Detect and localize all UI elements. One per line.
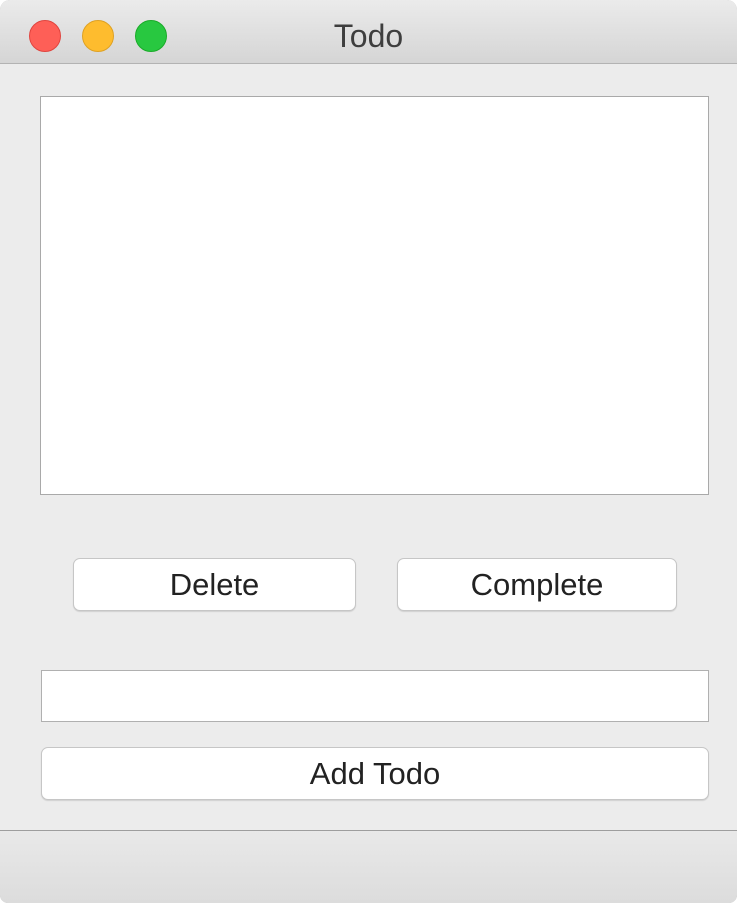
complete-button[interactable]: Complete xyxy=(397,558,677,611)
app-window: Todo Delete Complete Add Todo xyxy=(0,0,737,903)
delete-button[interactable]: Delete xyxy=(73,558,356,611)
window-title: Todo xyxy=(333,18,404,54)
title-bar[interactable]: Todo xyxy=(0,0,737,64)
main-content: Delete Complete Add Todo xyxy=(0,64,737,830)
add-todo-button[interactable]: Add Todo xyxy=(41,747,709,800)
new-todo-input[interactable] xyxy=(41,670,709,722)
bottom-bar xyxy=(0,830,737,903)
todo-list[interactable] xyxy=(40,96,709,495)
